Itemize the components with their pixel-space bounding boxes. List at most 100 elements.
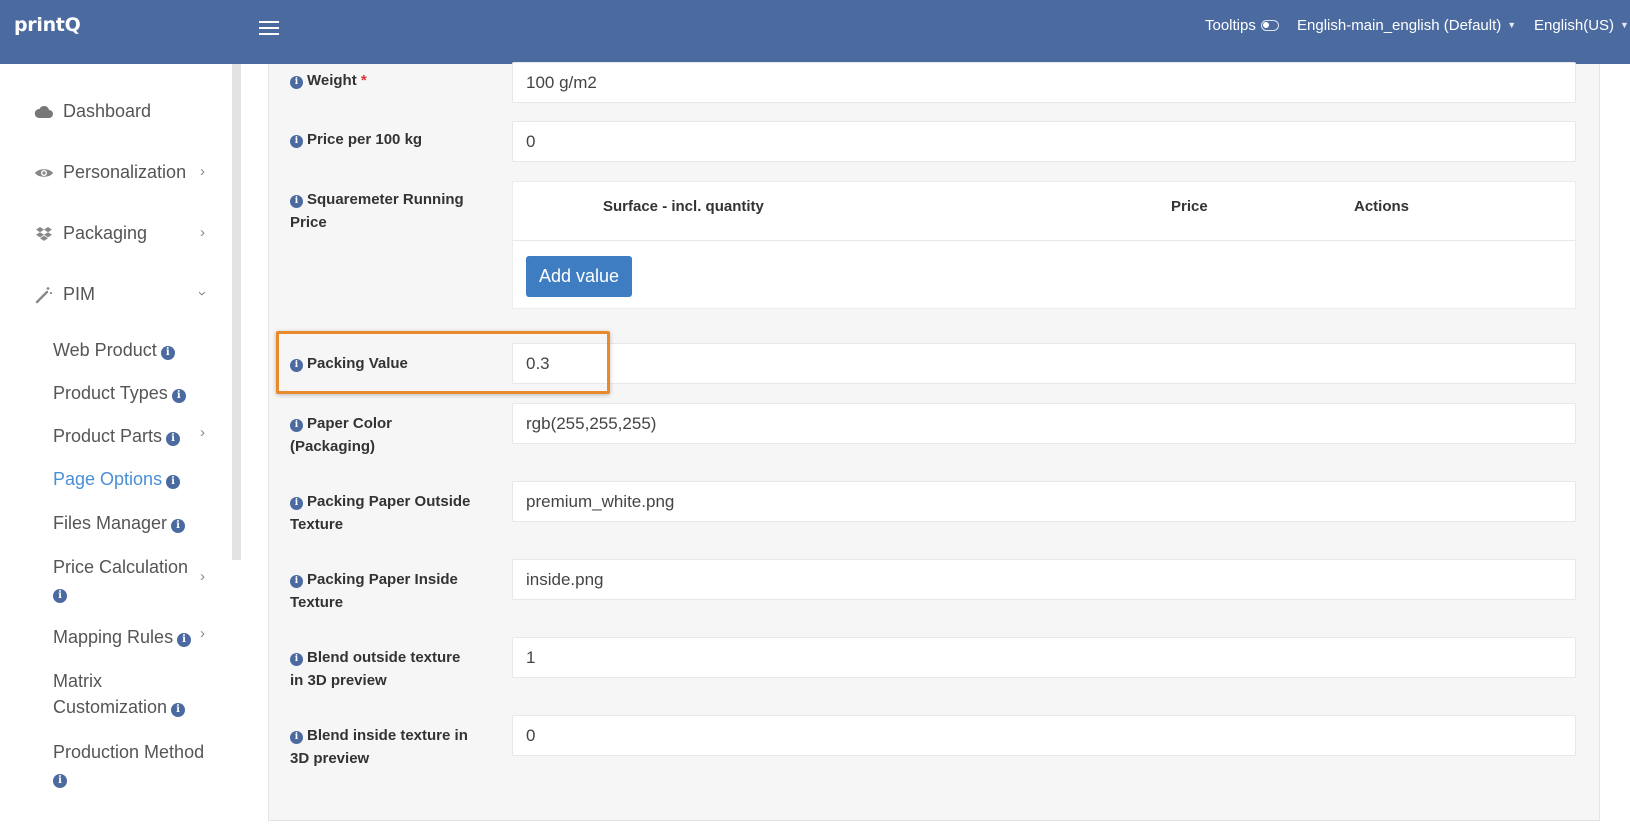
language-profile-label: English-main_english (Default) [1297, 17, 1502, 34]
weight-input[interactable]: 100 g/m2 [512, 62, 1576, 103]
price-per-100kg-input[interactable]: 0 [512, 121, 1576, 162]
locale-label: English(US) [1534, 17, 1615, 34]
info-icon[interactable]: i [171, 389, 186, 403]
sidebar-item-label: Personalization [63, 162, 187, 182]
chevron-right-icon[interactable]: › [200, 568, 205, 585]
sidebar-subitem-production-method[interactable]: Production Method i [53, 739, 218, 791]
info-icon[interactable]: i [290, 76, 303, 89]
magic-wand-icon [34, 286, 54, 304]
sidebar-subitem-matrix-customization[interactable]: Matrix Customization i [53, 668, 193, 720]
info-icon[interactable]: i [171, 703, 186, 717]
info-icon[interactable]: i [166, 432, 181, 446]
field-label-text: Packing Paper Outside Texture [290, 493, 471, 533]
dropbox-icon [34, 225, 54, 243]
price-per-100kg-label: i Price per 100 kg [290, 128, 480, 151]
column-header-actions: Actions [1354, 198, 1410, 215]
table-divider [513, 240, 1575, 241]
sidebar-item-pim[interactable]: PIM [34, 284, 95, 305]
sidebar-scrollbar[interactable] [232, 64, 241, 560]
sidebar-subitem-product-parts[interactable]: Product Parts i [53, 423, 181, 449]
info-icon[interactable]: i [290, 497, 303, 510]
info-icon[interactable]: i [290, 135, 303, 148]
info-icon[interactable]: i [290, 653, 303, 666]
field-label-text: Blend outside texture in 3D preview [290, 649, 461, 689]
field-label-text: Weight [307, 72, 357, 89]
sidebar-subitem-label: Mapping Rules [53, 627, 174, 647]
sidebar-subitem-label: Price Calculation [53, 557, 189, 577]
info-icon[interactable]: i [160, 346, 175, 360]
sidebar-subitem-price-calculation[interactable]: Price Calculation i [53, 554, 213, 606]
sidebar-item-dashboard[interactable]: Dashboard [34, 101, 151, 122]
sidebar-subitem-label: Product Types [53, 383, 168, 403]
blend-inside-texture-label: i Blend inside texture in 3D preview [290, 724, 475, 770]
weight-label: i Weight * [290, 69, 480, 92]
chevron-right-icon[interactable]: › [200, 424, 205, 441]
sidebar-item-label: PIM [63, 284, 96, 304]
packing-value-label: i Packing Value [290, 352, 480, 375]
sidebar-subitem-files-manager[interactable]: Files Manager i [53, 510, 186, 536]
info-icon[interactable]: i [290, 575, 303, 588]
sidebar-subitem-label: Web Product [53, 340, 157, 360]
sidebar-subitem-label: Production Method [53, 742, 205, 762]
packing-paper-outside-texture-input[interactable]: premium_white.png [512, 481, 1576, 522]
add-value-button[interactable]: Add value [526, 256, 632, 297]
sidebar-subitem-label: Matrix Customization [53, 671, 168, 717]
sidebar-subitem-label: Product Parts [53, 426, 163, 446]
cloud-icon [34, 103, 54, 121]
sidebar-subitem-label: Page Options [53, 469, 163, 489]
info-icon[interactable]: i [290, 359, 303, 372]
caret-down-icon: ▼ [1620, 20, 1629, 30]
chevron-down-icon[interactable]: › [194, 291, 211, 296]
info-icon[interactable]: i [290, 731, 303, 744]
blend-inside-texture-input[interactable]: 0 [512, 715, 1576, 756]
field-label-text: Squaremeter Running Price [290, 191, 464, 231]
info-icon[interactable]: i [171, 519, 186, 533]
sidebar-item-packaging[interactable]: Packaging [34, 223, 147, 244]
toggle-switch-icon[interactable] [1260, 20, 1279, 31]
chevron-right-icon[interactable]: › [200, 163, 205, 180]
column-header-price: Price [1171, 198, 1208, 215]
locale-dropdown[interactable]: English(US) ▼ [1534, 17, 1629, 34]
squaremeter-running-price-label: i Squaremeter Running Price [290, 188, 475, 234]
info-icon[interactable]: i [290, 419, 303, 432]
sidebar-subitem-mapping-rules[interactable]: Mapping Rules i [53, 624, 192, 650]
hamburger-menu-icon[interactable] [259, 18, 279, 36]
language-profile-dropdown[interactable]: English-main_english (Default) ▼ [1297, 17, 1516, 34]
sidebar-item-label: Dashboard [63, 101, 152, 121]
top-navbar: printQ Tooltips English-main_english (De… [0, 0, 1630, 64]
sidebar-item-label: Packaging [63, 223, 148, 243]
column-header-surface: Surface - incl. quantity [603, 198, 764, 215]
field-label-text: Packing Value [307, 355, 408, 372]
field-label-text: Price per 100 kg [307, 131, 423, 148]
paper-color-input[interactable]: rgb(255,255,255) [512, 403, 1576, 444]
sidebar-subitem-page-options[interactable]: Page Options i [53, 466, 181, 492]
field-label-text: Paper Color (Packaging) [290, 415, 393, 455]
info-icon[interactable]: i [177, 633, 192, 647]
blend-outside-texture-input[interactable]: 1 [512, 637, 1576, 678]
paper-color-label: i Paper Color (Packaging) [290, 412, 440, 458]
sidebar-subitem-product-types[interactable]: Product Types i [53, 380, 186, 406]
field-label-text: Blend inside texture in 3D preview [290, 727, 468, 767]
sidebar-item-personalization[interactable]: Personalization [34, 162, 186, 183]
sidebar-subitem-web-product[interactable]: Web Product i [53, 337, 175, 363]
brand-logo[interactable]: printQ [14, 14, 81, 36]
required-marker: * [360, 72, 367, 89]
sidebar-subitem-label: Files Manager [53, 513, 168, 533]
info-icon[interactable]: i [53, 774, 67, 788]
tooltips-toggle[interactable]: Tooltips [1205, 17, 1279, 34]
packing-paper-inside-texture-label: i Packing Paper Inside Texture [290, 568, 470, 614]
info-icon[interactable]: i [166, 475, 181, 489]
field-label-text: Packing Paper Inside Texture [290, 571, 458, 611]
packing-paper-outside-texture-label: i Packing Paper Outside Texture [290, 490, 480, 536]
tooltips-label: Tooltips [1205, 17, 1256, 34]
caret-down-icon: ▼ [1507, 20, 1517, 30]
eye-icon [34, 164, 54, 182]
info-icon[interactable]: i [290, 195, 303, 208]
blend-outside-texture-label: i Blend outside texture in 3D preview [290, 646, 470, 692]
packing-value-input[interactable]: 0.3 [512, 343, 1576, 384]
packing-paper-inside-texture-input[interactable]: inside.png [512, 559, 1576, 600]
squaremeter-price-table: Surface - incl. quantity Price Actions A… [512, 181, 1576, 309]
chevron-right-icon[interactable]: › [200, 224, 205, 241]
info-icon[interactable]: i [53, 589, 67, 603]
chevron-right-icon[interactable]: › [200, 625, 205, 642]
